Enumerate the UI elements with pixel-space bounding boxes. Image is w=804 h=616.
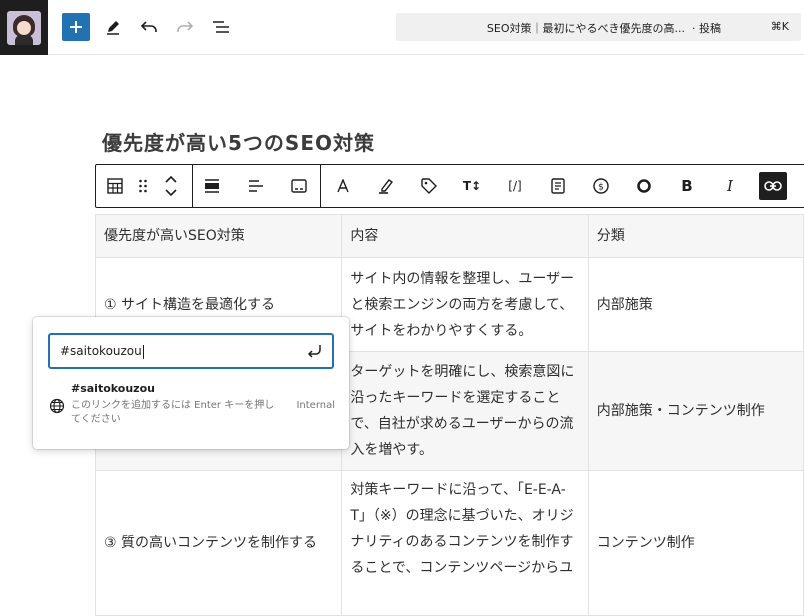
pencil-icon [107, 21, 119, 35]
svg-text:$: $ [598, 183, 604, 193]
suggestion-description: このリンクを追加するには Enter キーを押してください [71, 400, 275, 425]
post-heading[interactable]: 優先度が高い5つのSEO対策 [102, 127, 375, 156]
table-cell-category[interactable]: コンテンツ制作 [587, 470, 804, 616]
table-cell-content[interactable]: ターゲットを明確にし、検索意図に沿ったキーワードを選定することで、自社が求めるユ… [341, 351, 589, 471]
bold-icon[interactable]: B [673, 172, 701, 200]
document-overview-button[interactable] [207, 13, 235, 41]
move-up-down-icon[interactable] [157, 172, 185, 200]
font-size-icon[interactable]: T↕ [458, 172, 486, 200]
block-toolbar: T↕ [/] $ B I [95, 164, 804, 208]
avatar [7, 10, 41, 45]
suggestion-type: Internal [296, 400, 335, 411]
redo-button[interactable] [171, 13, 199, 41]
list-view-icon [213, 21, 229, 33]
suggestion-title: #saitokouzou [71, 382, 155, 395]
table-cell-content[interactable]: サイト内の情報を整理し、ユーザーと検索エンジンの両方を考慮して、サイトをわかりや… [341, 257, 589, 352]
site-logo-button[interactable] [0, 0, 48, 55]
globe-icon [49, 398, 65, 414]
table-header-cell[interactable]: 内容 [341, 214, 589, 258]
link-icon[interactable] [759, 172, 787, 200]
tag-icon[interactable] [415, 172, 443, 200]
drag-handle-icon[interactable] [129, 172, 157, 200]
inline-code-icon[interactable]: [/] [501, 172, 529, 200]
table-cell-content[interactable]: 対策キーワードに沿って、「E-E-A-T」（※）の理念に基づいた、オリジナリティ… [341, 470, 589, 616]
table-header-cell[interactable]: 優先度が高いSEO対策 [94, 214, 343, 258]
caption-icon[interactable] [285, 172, 313, 200]
undo-icon [140, 21, 157, 32]
command-palette-bar[interactable]: SEO対策｜最初にやるべき優先度の高... · 投稿 ⌘K [396, 13, 801, 41]
table-cell-measure[interactable]: ③ 質の高いコンテンツを制作する [94, 470, 343, 616]
link-popover: #saitokouzou #saitokouzou このリンクを追加するには E… [33, 317, 349, 449]
redo-icon [177, 21, 194, 32]
document-icon[interactable] [544, 172, 572, 200]
document-title: SEO対策｜最初にやるべき優先度の高... · 投稿 [486, 22, 721, 35]
table-header-row: 優先度が高いSEO対策 内容 分類 [94, 214, 804, 258]
circle-icon[interactable] [630, 172, 658, 200]
tools-button[interactable] [99, 13, 127, 41]
editor-top-bar: SEO対策｜最初にやるべき優先度の高... · 投稿 ⌘K [0, 0, 804, 55]
plus-icon [70, 21, 82, 33]
table-block-icon[interactable] [101, 172, 129, 200]
text-color-icon[interactable] [329, 172, 357, 200]
add-block-button[interactable] [62, 13, 90, 41]
table-row: ③ 質の高いコンテンツを制作する 対策キーワードに沿って、「E-E-A-T」（※… [94, 470, 804, 616]
italic-icon[interactable]: I [716, 172, 744, 200]
undo-button[interactable] [135, 13, 163, 41]
link-url-input[interactable]: #saitokouzou [48, 333, 334, 369]
table-cell-category[interactable]: 内部施策 [587, 257, 804, 352]
text-align-icon[interactable] [242, 172, 270, 200]
table-cell-category[interactable]: 内部施策・コンテンツ制作 [587, 351, 804, 471]
shortcut-hint: ⌘K [770, 20, 789, 33]
align-wide-icon[interactable] [198, 172, 226, 200]
highlight-icon[interactable] [372, 172, 400, 200]
submit-link-icon[interactable] [306, 342, 324, 360]
table-header-cell[interactable]: 分類 [587, 214, 804, 258]
dollar-circle-icon[interactable]: $ [587, 172, 615, 200]
